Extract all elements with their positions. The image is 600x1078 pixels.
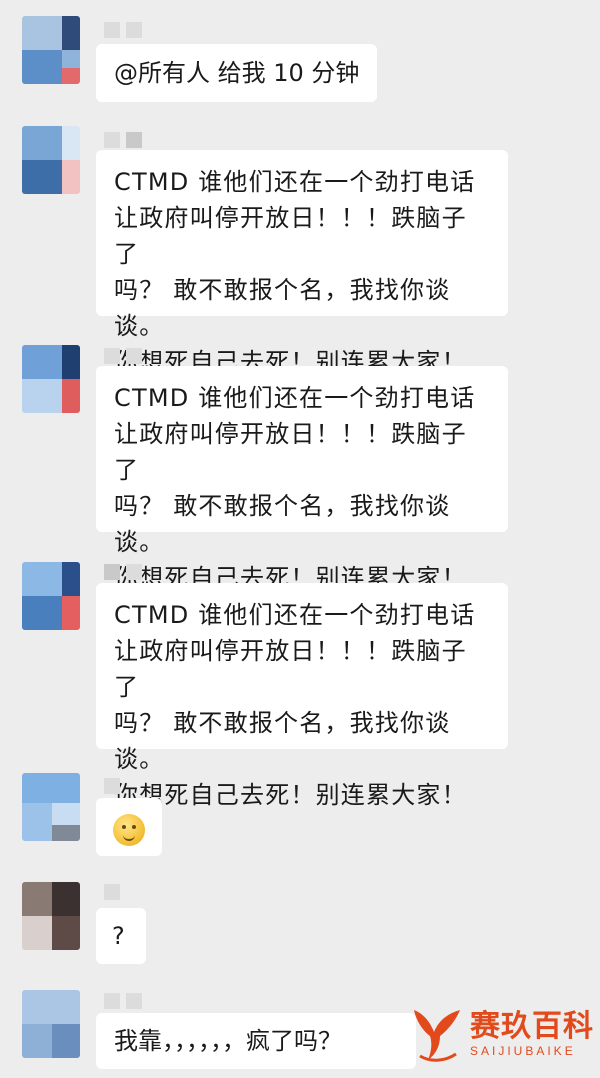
sender-name-redacted [104, 884, 120, 900]
message-bubble[interactable]: 我靠，，，，，，疯了吗？ [96, 1013, 416, 1069]
message-bubble[interactable] [96, 798, 162, 856]
message-bubble[interactable]: @所有人 给我 10 分钟 [96, 44, 378, 102]
avatar[interactable] [22, 562, 80, 630]
message-line: 吗？ 敢不敢报个名，我找你谈谈。 [114, 709, 451, 773]
sender-name-redacted [104, 22, 142, 38]
message-line: 吗？ 敢不敢报个名，我找你谈谈。 [114, 492, 451, 556]
avatar[interactable] [22, 16, 80, 84]
whale-tail-icon [410, 1004, 464, 1064]
sender-name-redacted [104, 993, 142, 1009]
message-line: 你想死自己去死！别连累大家！ [114, 781, 467, 809]
sender-name-redacted [104, 348, 142, 364]
avatar[interactable] [22, 126, 80, 194]
avatar[interactable] [22, 990, 80, 1058]
sender-name-redacted [104, 132, 142, 148]
message-line: 让政府叫停开放日！！！跌脑子了 [114, 420, 467, 484]
message-line: CTMD 谁他们还在一个劲打电话 [114, 384, 476, 412]
message-line: 让政府叫停开放日！！！跌脑子了 [114, 637, 467, 701]
message-line: 让政府叫停开放日！！！跌脑子了 [114, 204, 467, 268]
avatar[interactable] [22, 773, 80, 841]
watermark-brand-en: SAIJIUBAIKE [470, 1044, 576, 1058]
message-bubble[interactable]: ? [96, 908, 146, 964]
message-text: @所有人 给我 10 分钟 [114, 59, 360, 87]
message-text: 我靠，，，，，，疯了吗？ [114, 1027, 342, 1055]
avatar[interactable] [22, 345, 80, 413]
message-text: ? [112, 922, 125, 950]
message-bubble[interactable]: CTMD 谁他们还在一个劲打电话 让政府叫停开放日！！！跌脑子了 吗？ 敢不敢报… [96, 366, 508, 592]
message-line: CTMD 谁他们还在一个劲打电话 [114, 168, 476, 196]
sender-name-redacted [104, 564, 142, 580]
watermark-brand-cn: 赛玖百科 [470, 1009, 594, 1044]
message-bubble[interactable]: CTMD 谁他们还在一个劲打电话 让政府叫停开放日！！！跌脑子了 吗？ 敢不敢报… [96, 583, 508, 809]
watermark: 赛玖百科 SAIJIUBAIKE [410, 998, 600, 1070]
message-line: 吗？ 敢不敢报个名，我找你谈谈。 [114, 276, 451, 340]
message-line: CTMD 谁他们还在一个劲打电话 [114, 601, 476, 629]
smirk-face-icon [113, 814, 145, 846]
avatar[interactable] [22, 882, 80, 950]
message-bubble[interactable]: CTMD 谁他们还在一个劲打电话 让政府叫停开放日！！！跌脑子了 吗？ 敢不敢报… [96, 150, 508, 376]
sender-name-redacted [104, 778, 120, 794]
